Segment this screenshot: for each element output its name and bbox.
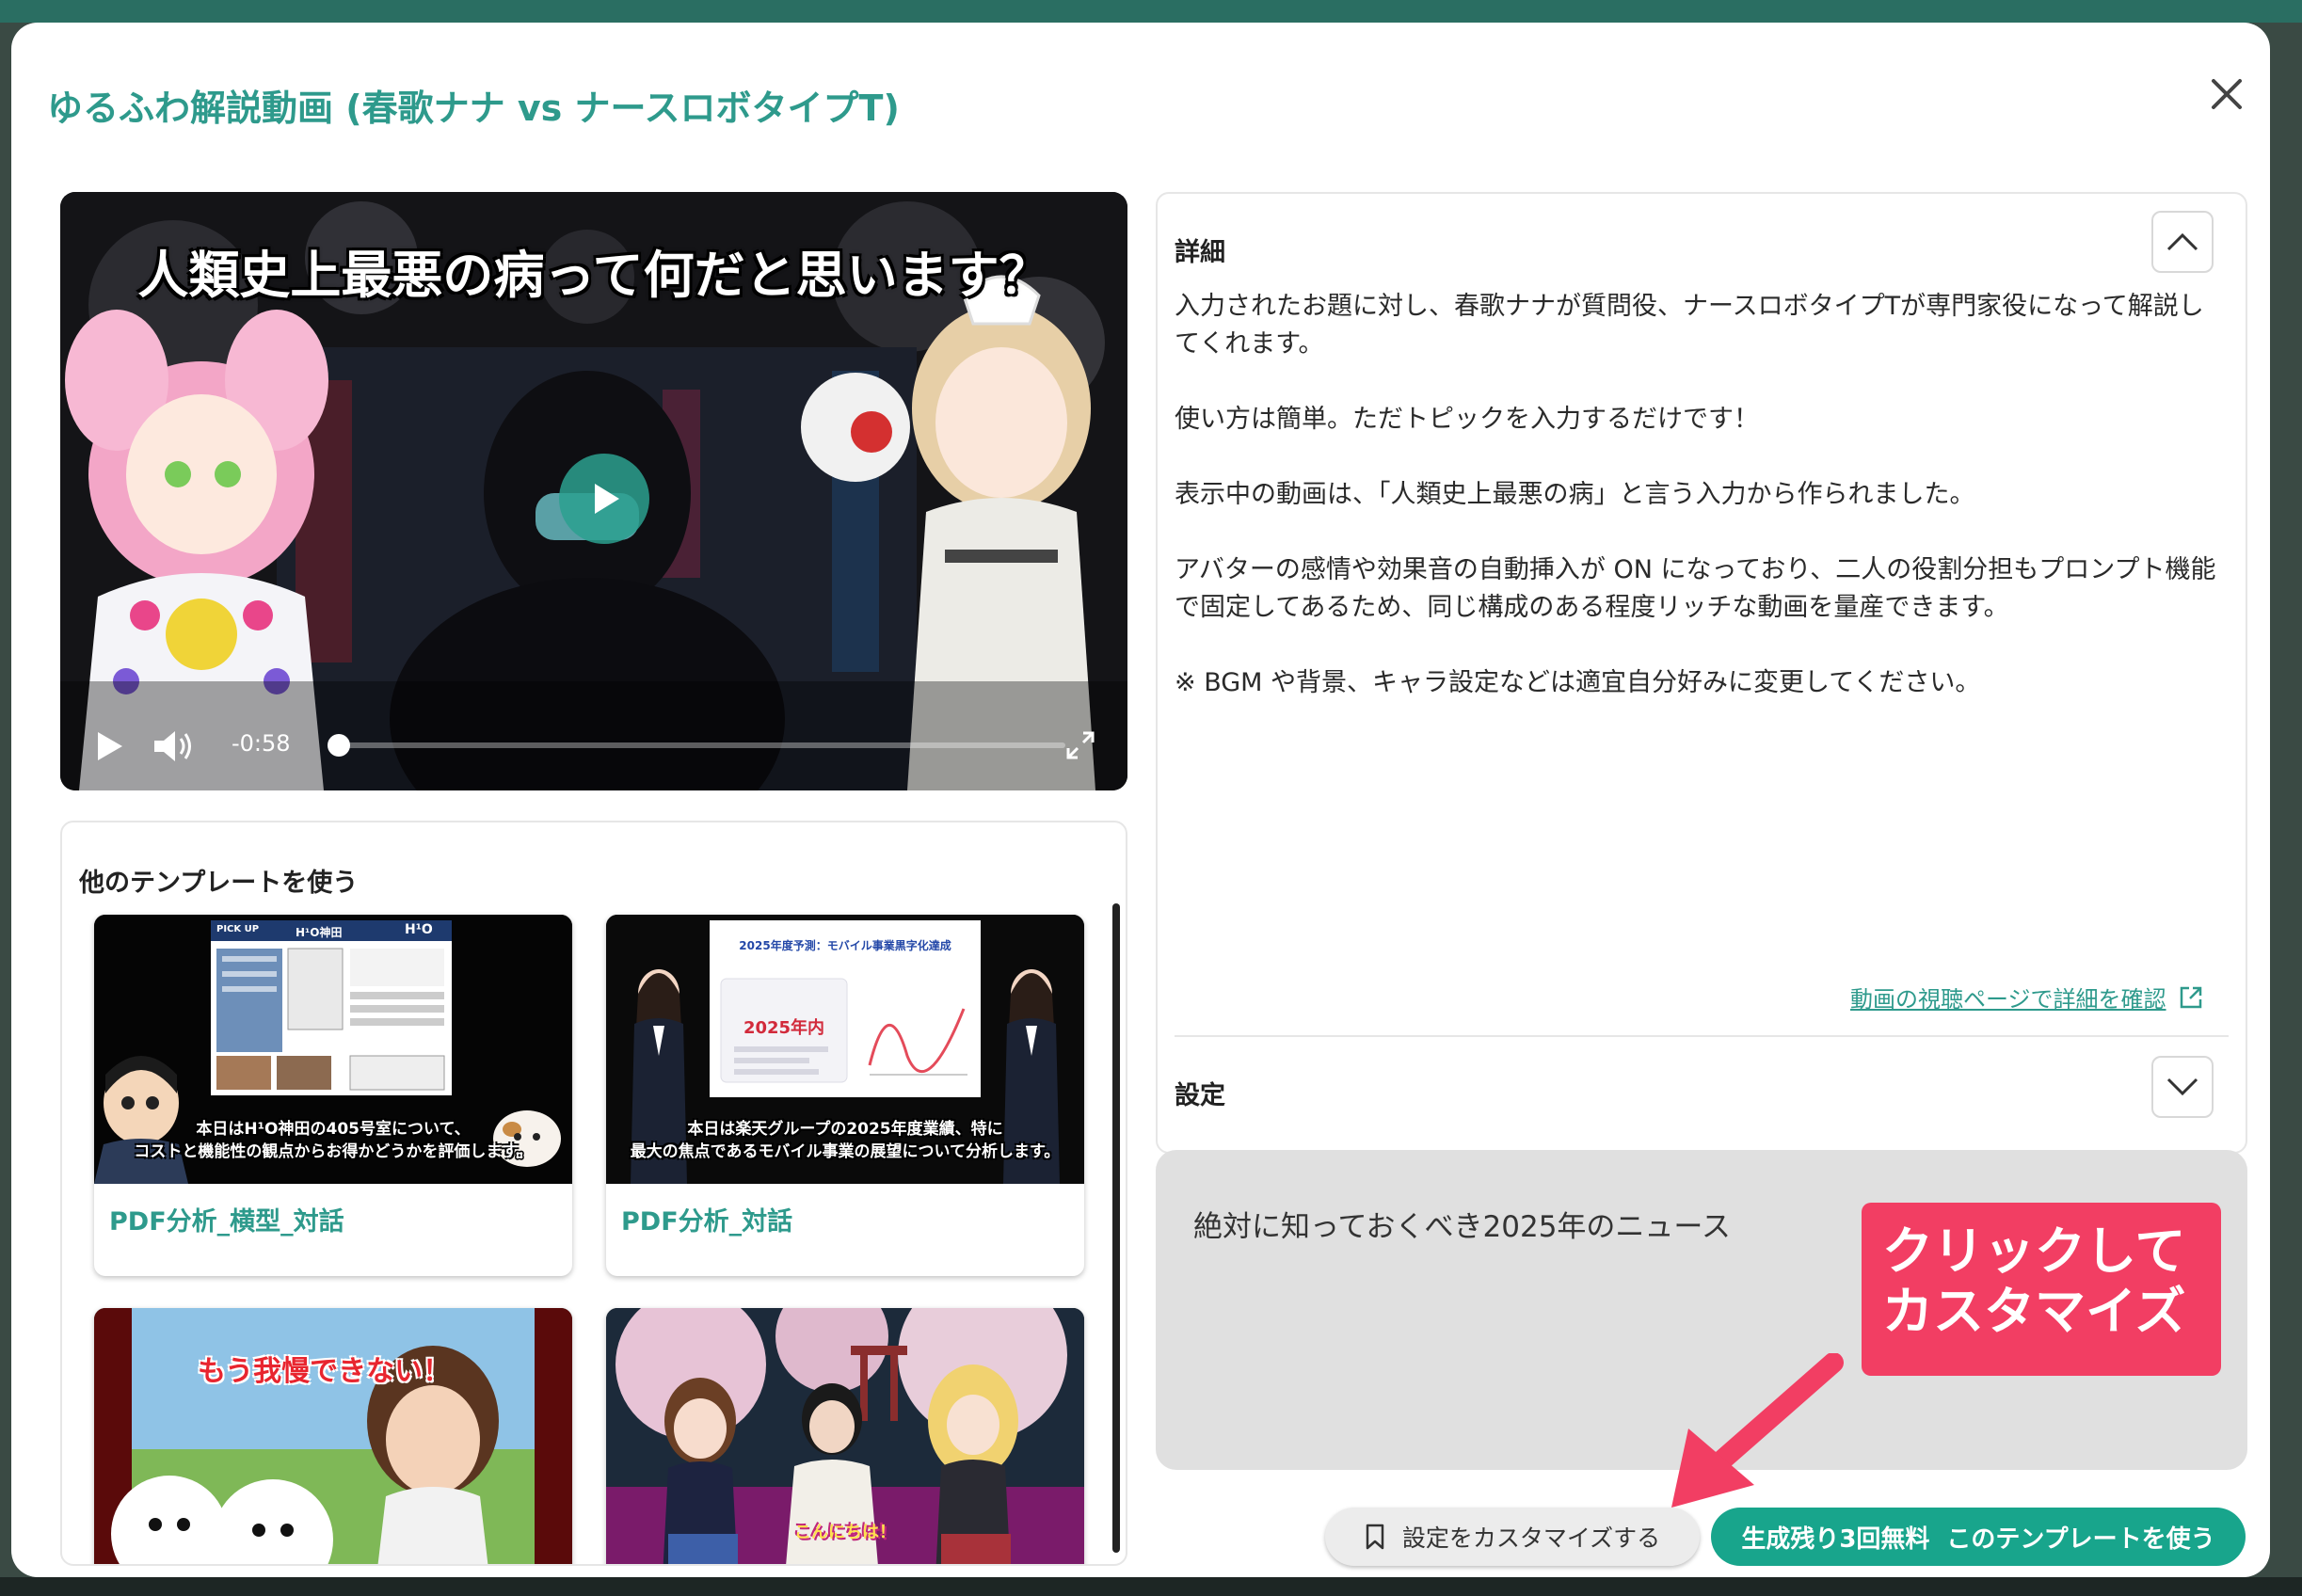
expand-settings-button[interactable] <box>2151 1056 2214 1118</box>
template-card-pdf-dialogue[interactable]: 2025年度予測：モバイル事業黒字化達成 2025年内 本日は楽天グループの20… <box>606 915 1084 1276</box>
external-link-icon <box>2180 986 2201 1008</box>
time-remaining: -0:58 <box>232 730 291 757</box>
card-label: PDF分析_対話 <box>621 1207 793 1237</box>
play-icon <box>595 484 619 514</box>
bookmark-icon <box>1366 1524 1384 1550</box>
play-icon <box>98 732 122 760</box>
remaining-free-label: 生成残り3回無料 <box>1741 1524 1930 1554</box>
close-button[interactable] <box>2193 60 2261 128</box>
card-subtitle-line2: コストと機能性の観点からお得かどうかを評価します。 <box>134 1142 533 1161</box>
backdrop-top <box>0 0 2302 23</box>
doc-header: H¹O神田 <box>296 926 343 939</box>
video-caption: 人類史上最悪の病って何だと思います？ <box>137 246 1050 305</box>
callout-line2: カスタマイズ <box>1882 1282 2186 1341</box>
settings-heading: 設定 <box>1175 1081 1225 1110</box>
card-label: PDF分析_横型_対話 <box>109 1207 344 1237</box>
slide-highlight: 2025年内 <box>743 1018 825 1038</box>
topic-input[interactable]: 絶対に知っておくべき2025年のニュース <box>1193 1203 1731 1245</box>
details-panel: 詳細 入力されたお題に対し、春歌ナナが質問役、ナースロボタイプTが専門家役になっ… <box>1156 192 2247 1154</box>
card-subtitle-line1: 本日は楽天グループの2025年度業績、特に <box>687 1120 1003 1139</box>
volume-icon <box>154 731 191 761</box>
card-subtitle: 本日はH¹O神田の405号室について、 コストと機能性の観点からお得かどうかを評… <box>94 1118 572 1163</box>
card-subtitle: 本日は楽天グループの2025年度業績、特に 最大の焦点であるモバイル事業の展望に… <box>606 1118 1084 1163</box>
watch-page-link[interactable]: 動画の視聴ページで詳細を確認 <box>1850 981 2204 1013</box>
card-caption: こんにちは！ <box>794 1523 896 1542</box>
card-thumbnail: こんにちは！ <box>606 1308 1084 1564</box>
modal-title: ゆるふわ解説動画 (春歌ナナ vs ナースロボタイプT) <box>47 88 900 129</box>
slide-title: 2025年度予測：モバイル事業黒字化達成 <box>739 939 951 952</box>
card-subtitle-line2: 最大の焦点であるモバイル事業の展望について分析します。 <box>630 1142 1061 1161</box>
templates-heading: 他のテンプレートを使う <box>79 869 359 898</box>
fullscreen-button[interactable] <box>1060 725 1101 766</box>
fullscreen-icon <box>1066 731 1095 759</box>
arrow-icon <box>1671 1353 1844 1508</box>
description-paragraph-4: アバターの感情や効果音の自動挿入が ON になっており、二人の役割分担もプロンプ… <box>1175 555 2216 622</box>
card-thumbnail: 2025年度予測：モバイル事業黒字化達成 2025年内 本日は楽天グループの20… <box>606 915 1084 1184</box>
use-template-label: このテンプレートを使う <box>1946 1524 2215 1554</box>
customize-callout: クリックして カスタマイズ <box>1862 1203 2221 1376</box>
doc-logo: H¹O <box>405 922 433 937</box>
chevron-down-icon <box>2166 1077 2198 1096</box>
section-divider <box>1175 1035 2229 1037</box>
chevron-up-icon <box>2166 232 2198 251</box>
collapse-details-button[interactable] <box>2151 211 2214 273</box>
description-paragraph-5: ※ BGM や背景、キャラ設定などは適宜自分好みに変更してください。 <box>1175 668 1981 697</box>
template-card-three-girls[interactable]: こんにちは！ <box>606 1308 1084 1564</box>
template-modal: ゆるふわ解説動画 (春歌ナナ vs ナースロボタイプT) 人類史上最悪の病って何… <box>11 23 2270 1577</box>
description-paragraph-2: 使い方は簡単。ただトピックを入力するだけです！ <box>1175 405 1759 434</box>
use-template-button[interactable]: 生成残り3回無料 このテンプレートを使う <box>1711 1508 2246 1566</box>
other-templates-panel: 他のテンプレートを使う 本日はH¹O神田の405号室について、 コストと機能性の… <box>60 821 1127 1566</box>
details-heading: 詳細 <box>1175 238 1225 267</box>
card-thumbnail: 本日はH¹O神田の405号室について、 コストと機能性の観点からお得かどうかを評… <box>94 915 572 1184</box>
volume-button[interactable] <box>151 725 196 768</box>
template-card-pdf-horizontal[interactable]: 本日はH¹O神田の405号室について、 コストと機能性の観点からお得かどうかを評… <box>94 915 572 1276</box>
doc-tag: PICK UP <box>216 924 260 934</box>
templates-scrollbar[interactable] <box>1112 903 1120 1553</box>
description-paragraph-3: 表示中の動画は、「人類史上最悪の病」と言う入力から作られました。 <box>1175 480 1975 509</box>
progress-bar[interactable] <box>335 742 1065 748</box>
template-card-snowman[interactable]: もう我慢できない！ <box>94 1308 572 1564</box>
description-paragraph-1: 入力されたお題に対し、春歌ナナが質問役、ナースロボタイプTが専門家役になって解説… <box>1175 292 2204 359</box>
card-caption: もう我慢できない！ <box>198 1355 452 1388</box>
play-overlay-button[interactable] <box>559 454 649 544</box>
progress-knob[interactable] <box>328 734 350 757</box>
card-subtitle-line1: 本日はH¹O神田の405号室について、 <box>196 1120 471 1139</box>
close-icon <box>2212 79 2242 109</box>
play-button[interactable] <box>87 725 130 768</box>
backdrop-bottom <box>0 1577 2302 1596</box>
customize-settings-label: 設定をカスタマイズする <box>1401 1524 1661 1552</box>
callout-line1: クリックして <box>1882 1221 2186 1281</box>
video-player[interactable]: 人類史上最悪の病って何だと思います？ -0:58 <box>60 192 1127 790</box>
card-thumbnail: もう我慢できない！ <box>94 1308 572 1564</box>
watch-page-link-label: 動画の視聴ページで詳細を確認 <box>1850 986 2166 1013</box>
customize-settings-button[interactable]: 設定をカスタマイズする <box>1325 1508 1700 1566</box>
